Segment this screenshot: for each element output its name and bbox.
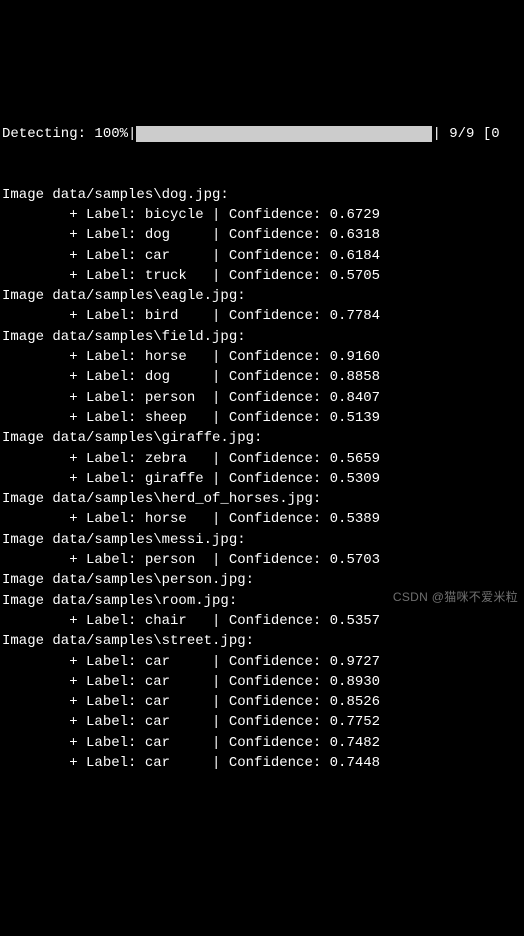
progress-bar-left: | <box>128 124 136 144</box>
progress-label: Detecting: 100% <box>2 124 128 144</box>
progress-bar-fill <box>136 126 432 142</box>
watermark-text: CSDN @猫咪不爱米粒 <box>393 589 518 606</box>
progress-line: Detecting: 100%|| 9/9 [0 <box>2 124 524 144</box>
progress-bar-right: | <box>432 124 440 144</box>
terminal-output: Detecting: 100%|| 9/9 [0 Image data/samp… <box>0 81 524 793</box>
detection-results: Image data/samples\dog.jpg: + Label: bic… <box>2 185 524 774</box>
progress-counter: 9/9 [0 <box>441 124 500 144</box>
